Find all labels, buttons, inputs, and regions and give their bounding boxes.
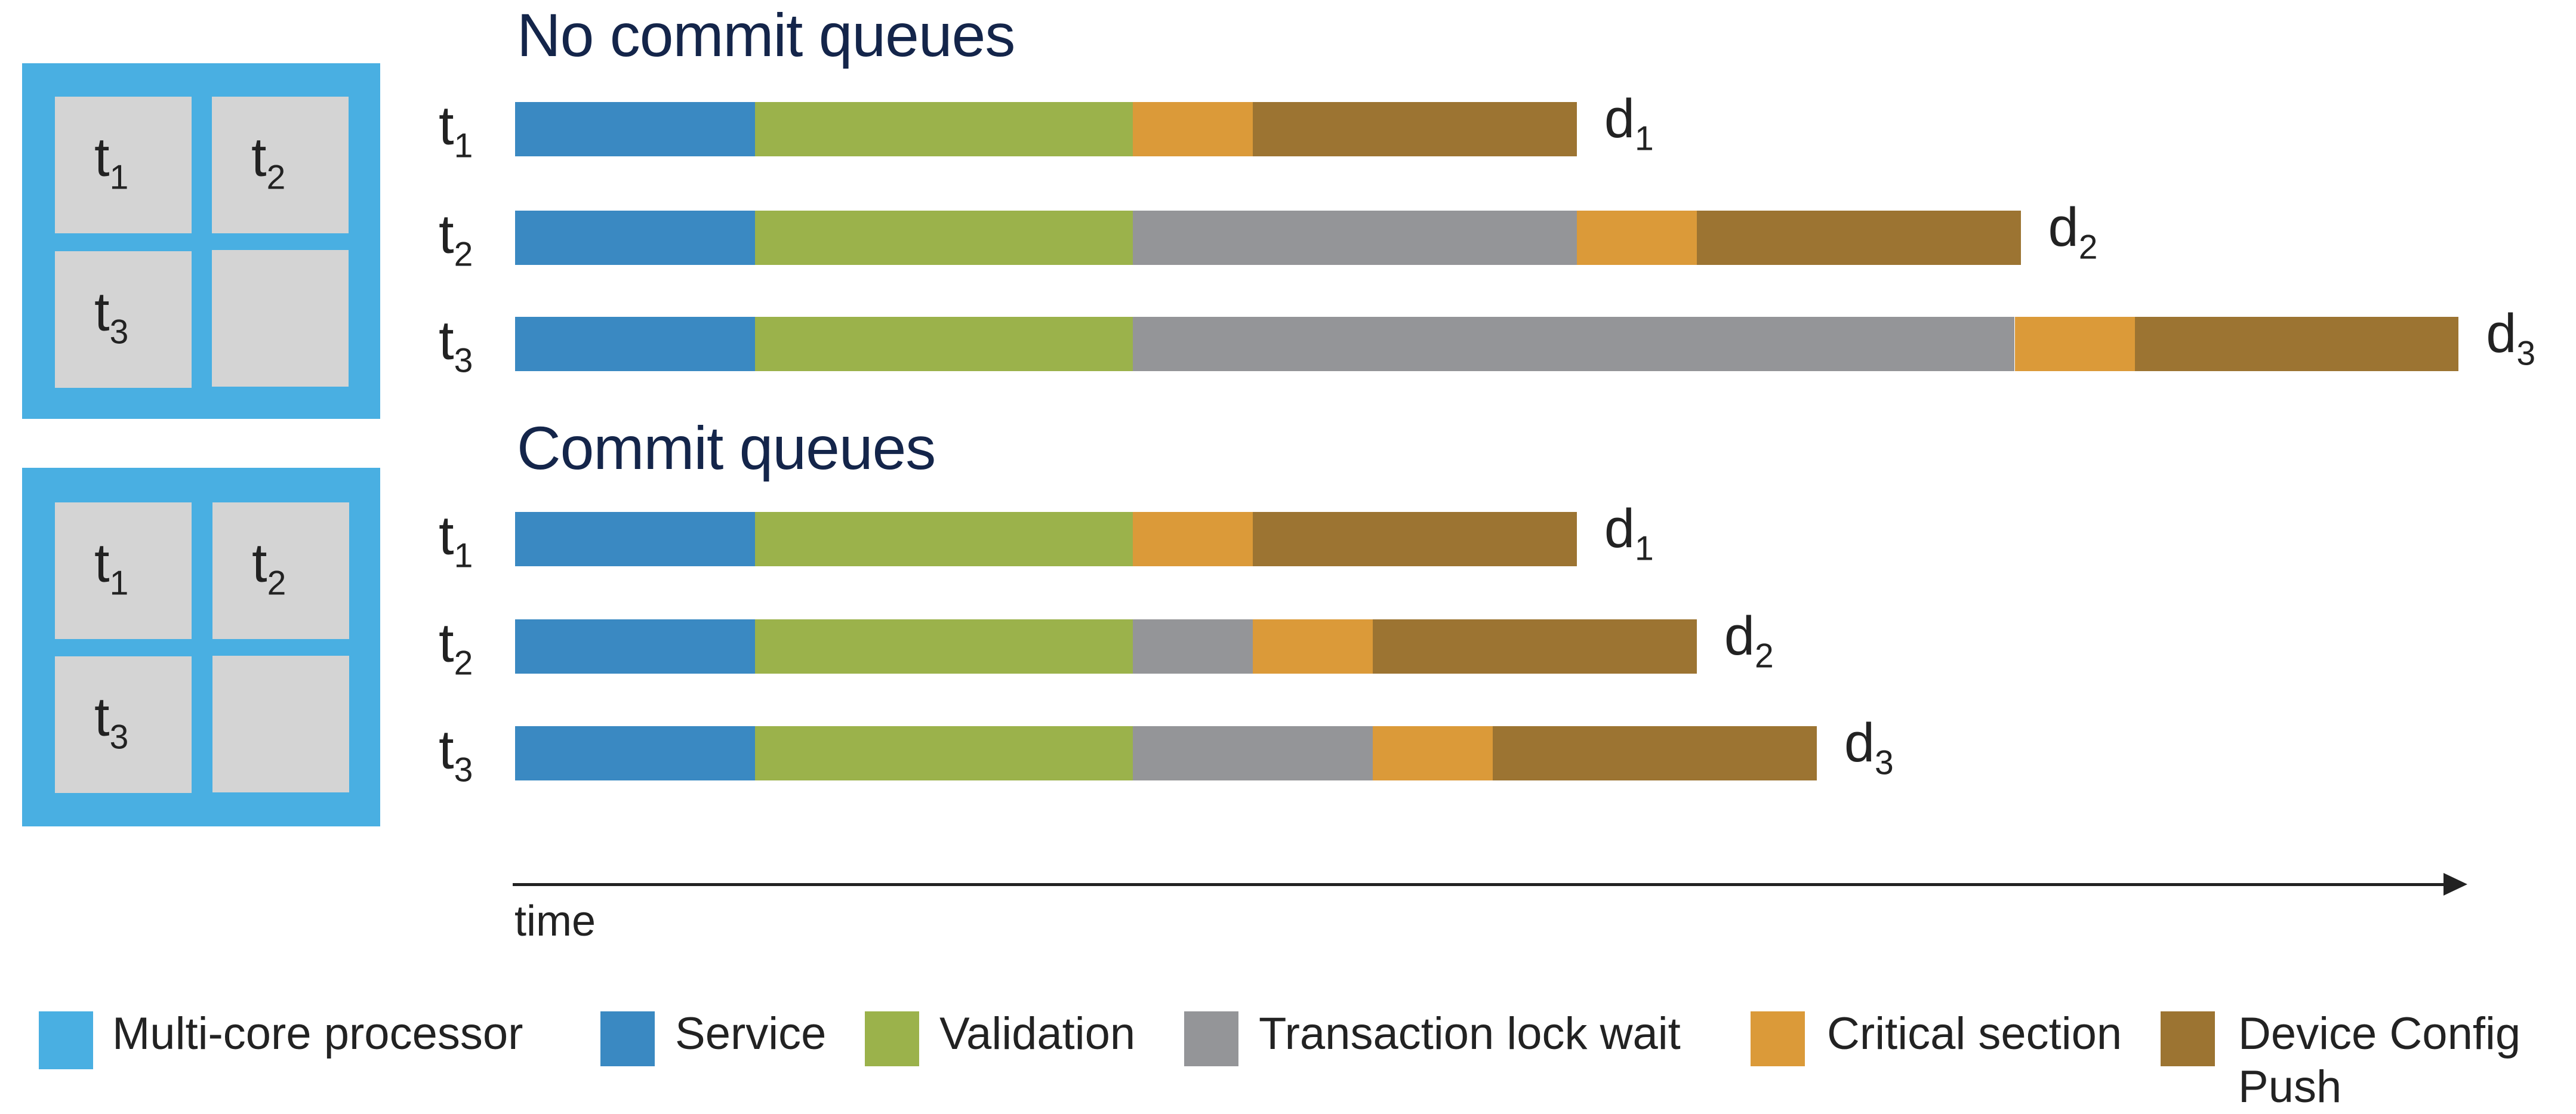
time-axis-line: [513, 883, 2446, 886]
segment-validation: [755, 211, 1133, 265]
row-label-t2: t2: [439, 204, 473, 274]
segment-validation: [755, 726, 1133, 780]
segment-service: [515, 102, 755, 156]
core-label: t1: [94, 127, 129, 197]
core-2: t2: [212, 502, 349, 639]
core-4-idle: [212, 250, 349, 387]
core-label: t3: [94, 687, 129, 757]
legend-label: Service: [675, 1008, 827, 1059]
legend-swatch: [2161, 1011, 2215, 1066]
segment-device-config-push: [2134, 317, 2459, 371]
timeline-bar-no-commit-queues-t2: [515, 211, 2021, 265]
core-4-idle: [212, 656, 349, 792]
multi-core-processor-top: t1 t2 t3: [22, 63, 380, 419]
segment-critical-section: [1373, 726, 1493, 780]
core-label: t2: [252, 533, 286, 603]
legend-swatch: [1751, 1011, 1805, 1066]
legend-swatch: [39, 1011, 93, 1069]
row-end-label-d2: d2: [1724, 606, 1774, 675]
segment-device-config-push: [1253, 102, 1577, 156]
time-axis-label: time: [514, 897, 596, 945]
legend-swatch: [865, 1011, 919, 1066]
row-label-t3: t3: [439, 720, 473, 789]
segment-validation: [755, 512, 1133, 566]
core-label: t1: [94, 533, 129, 603]
row-end-label-d2: d2: [2048, 197, 2098, 267]
core-label: t2: [251, 127, 286, 197]
segment-service: [515, 211, 755, 265]
multi-core-processor-bottom: t1 t2 t3: [22, 468, 380, 826]
timeline-bar-no-commit-queues-t3: [515, 317, 2459, 371]
legend-label: Device Config Push: [2238, 1008, 2521, 1112]
row-end-label-d3: d3: [2486, 303, 2536, 373]
core-1: t1: [55, 97, 192, 233]
row-end-label-d3: d3: [1844, 712, 1894, 782]
segment-transaction-lock-wait: [1133, 619, 1253, 674]
segment-transaction-lock-wait: [1133, 726, 1373, 780]
segment-device-config-push: [1373, 619, 1697, 674]
segment-service: [515, 317, 755, 371]
segment-transaction-lock-wait: [1133, 317, 2015, 371]
panel-title-no-commit-queues: No commit queues: [517, 1, 1015, 69]
core-3: t3: [55, 251, 192, 388]
segment-validation: [755, 317, 1133, 371]
panel-title-commit-queues: Commit queues: [517, 414, 936, 482]
segment-service: [515, 512, 755, 566]
segment-service: [515, 619, 755, 674]
segment-critical-section: [1133, 512, 1253, 566]
row-label-t2: t2: [439, 613, 473, 683]
timeline-bar-commit-queues-t1: [515, 512, 1577, 566]
segment-critical-section: [2014, 317, 2135, 371]
timeline-bar-no-commit-queues-t1: [515, 102, 1577, 156]
core-label: t3: [94, 282, 129, 351]
row-end-label-d1: d1: [1604, 88, 1654, 158]
row-end-label-d1: d1: [1604, 498, 1654, 568]
row-label-t3: t3: [439, 310, 473, 380]
segment-validation: [755, 619, 1133, 674]
legend-label: Transaction lock wait: [1259, 1008, 1681, 1059]
timeline-bar-commit-queues-t3: [515, 726, 1817, 780]
core-3: t3: [55, 656, 192, 793]
segment-device-config-push: [1493, 726, 1817, 780]
segment-device-config-push: [1696, 211, 2021, 265]
segment-critical-section: [1576, 211, 1697, 265]
segment-critical-section: [1133, 102, 1253, 156]
core-1: t1: [55, 502, 192, 639]
arrow-right-icon: [2443, 873, 2467, 896]
legend-label: Multi-core processor: [112, 1008, 523, 1059]
row-label-t1: t1: [439, 95, 473, 165]
segment-service: [515, 726, 755, 780]
timeline-bar-commit-queues-t2: [515, 619, 1697, 674]
row-label-t1: t1: [439, 505, 473, 575]
legend-swatch: [600, 1011, 655, 1066]
legend-swatch: [1184, 1011, 1238, 1066]
legend-label: Critical section: [1827, 1008, 2122, 1059]
segment-critical-section: [1253, 619, 1373, 674]
segment-device-config-push: [1253, 512, 1577, 566]
core-2: t2: [212, 97, 349, 233]
segment-transaction-lock-wait: [1133, 211, 1577, 265]
legend-label: Validation: [939, 1008, 1136, 1059]
segment-validation: [755, 102, 1133, 156]
